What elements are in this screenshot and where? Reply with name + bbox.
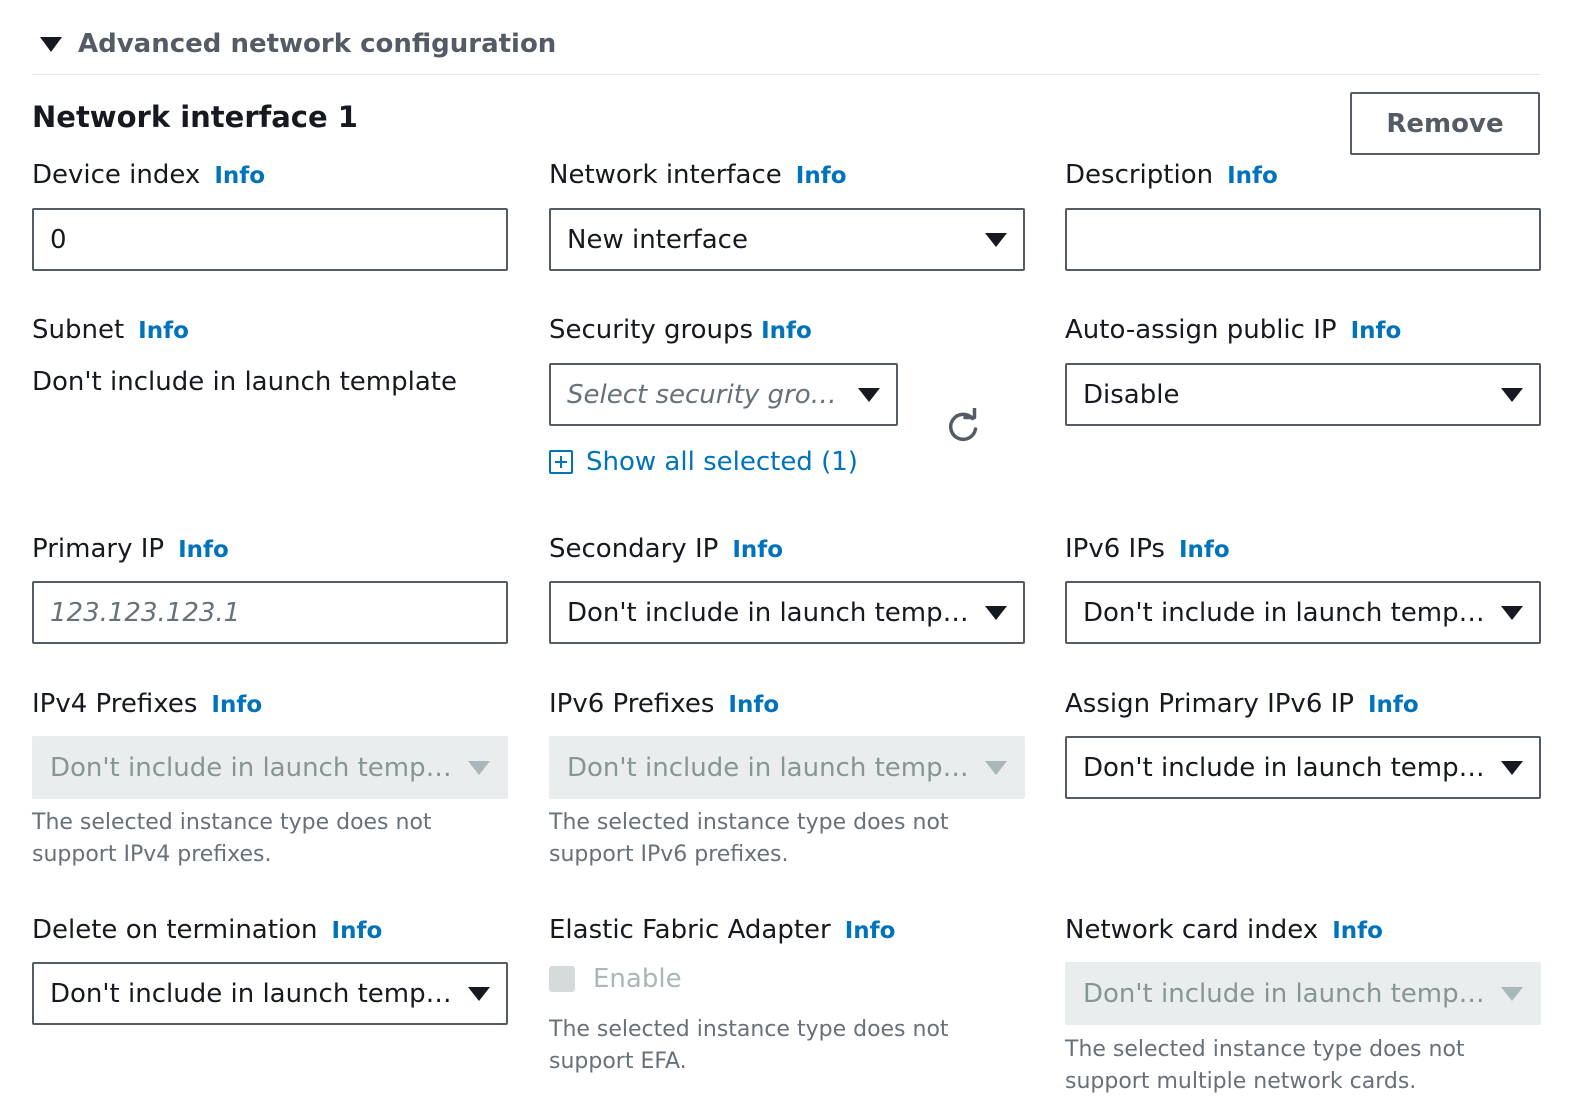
secondary-ip-label: Secondary IP Info — [549, 534, 783, 564]
triangle-down-icon — [468, 760, 490, 775]
network-interface-label: Network interface Info — [549, 160, 847, 190]
show-all-selected-link[interactable]: Show all selected (1) — [549, 447, 858, 477]
auto-assign-public-ip-label-text: Auto-assign public IP — [1065, 315, 1337, 345]
primary-ip-label: Primary IP Info — [32, 534, 229, 564]
ipv6-prefixes-label-text: IPv6 Prefixes — [549, 689, 715, 719]
primary-ip-info-link[interactable]: Info — [178, 537, 229, 563]
ipv6-ips-label: IPv6 IPs Info — [1065, 534, 1230, 564]
network-card-index-select: Don't include in launch temp… — [1065, 962, 1541, 1025]
ipv4-prefixes-label-text: IPv4 Prefixes — [32, 689, 198, 719]
ipv6-prefixes-select: Don't include in launch temp… — [549, 736, 1025, 799]
ipv6-prefixes-value: Don't include in launch temp… — [567, 752, 969, 783]
primary-ip-label-text: Primary IP — [32, 534, 165, 564]
network-interface-label-text: Network interface — [549, 160, 782, 190]
triangle-down-icon — [985, 232, 1007, 247]
delete-on-termination-label: Delete on termination Info — [32, 915, 382, 945]
ipv6-ips-value: Don't include in launch temp… — [1083, 597, 1485, 628]
ipv6-ips-select[interactable]: Don't include in launch temp… — [1065, 581, 1541, 644]
caret-down-icon — [40, 36, 62, 52]
subnet-info-link[interactable]: Info — [138, 318, 189, 344]
divider — [32, 74, 1540, 75]
network-card-index-label: Network card index Info — [1065, 915, 1383, 945]
security-groups-label: Security groups Info — [549, 315, 812, 345]
checkbox-box — [549, 966, 575, 992]
network-interface-value: New interface — [567, 224, 748, 255]
efa-enable-label: Enable — [593, 964, 682, 994]
security-groups-placeholder: Select security groups — [567, 379, 844, 410]
ipv6-ips-info-link[interactable]: Info — [1179, 537, 1230, 563]
secondary-ip-label-text: Secondary IP — [549, 534, 719, 564]
device-index-label: Device index Info — [32, 160, 265, 190]
network-card-index-helper: The selected instance type does not supp… — [1065, 1037, 1465, 1094]
ipv6-prefixes-helper: The selected instance type does not supp… — [549, 810, 949, 867]
security-groups-label-text: Security groups — [549, 315, 754, 345]
security-groups-select[interactable]: Select security groups — [549, 363, 898, 426]
subnet-label-text: Subnet — [32, 315, 125, 345]
description-label-text: Description — [1065, 160, 1214, 190]
assign-primary-ipv6-label: Assign Primary IPv6 IP Info — [1065, 689, 1419, 719]
efa-info-link[interactable]: Info — [845, 918, 896, 944]
ipv6-prefixes-info-link[interactable]: Info — [728, 692, 779, 718]
secondary-ip-value: Don't include in launch temp… — [567, 597, 969, 628]
assign-primary-ipv6-value: Don't include in launch temp… — [1083, 752, 1485, 783]
secondary-ip-select[interactable]: Don't include in launch temp… — [549, 581, 1025, 644]
delete-on-termination-label-text: Delete on termination — [32, 915, 318, 945]
triangle-down-icon — [985, 760, 1007, 775]
network-interface-info-link[interactable]: Info — [796, 163, 847, 189]
efa-label: Elastic Fabric Adapter Info — [549, 915, 895, 945]
auto-assign-public-ip-value: Disable — [1083, 379, 1180, 410]
assign-primary-ipv6-select[interactable]: Don't include in launch temp… — [1065, 736, 1541, 799]
triangle-down-icon — [1501, 986, 1523, 1001]
subnet-value: Don't include in launch template — [32, 367, 457, 397]
network-interface-title: Network interface 1 — [32, 100, 358, 134]
secondary-ip-info-link[interactable]: Info — [732, 537, 783, 563]
remove-button[interactable]: Remove — [1350, 92, 1540, 155]
device-index-input[interactable]: 0 — [32, 208, 508, 271]
device-index-info-link[interactable]: Info — [214, 163, 265, 189]
assign-primary-ipv6-label-text: Assign Primary IPv6 IP — [1065, 689, 1354, 719]
ipv6-ips-label-text: IPv6 IPs — [1065, 534, 1165, 564]
triangle-down-icon — [468, 986, 490, 1001]
triangle-down-icon — [1501, 387, 1523, 402]
network-card-index-label-text: Network card index — [1065, 915, 1319, 945]
assign-primary-ipv6-info-link[interactable]: Info — [1368, 692, 1419, 718]
auto-assign-public-ip-select[interactable]: Disable — [1065, 363, 1541, 426]
network-card-index-value: Don't include in launch temp… — [1083, 978, 1485, 1009]
refresh-icon[interactable] — [944, 408, 982, 446]
delete-on-termination-select[interactable]: Don't include in launch temp… — [32, 962, 508, 1025]
triangle-down-icon — [858, 387, 880, 402]
ipv4-prefixes-helper: The selected instance type does not supp… — [32, 810, 432, 867]
triangle-down-icon — [985, 605, 1007, 620]
ipv6-prefixes-label: IPv6 Prefixes Info — [549, 689, 779, 719]
efa-label-text: Elastic Fabric Adapter — [549, 915, 831, 945]
primary-ip-input[interactable]: 123.123.123.1 — [32, 581, 508, 644]
ipv4-prefixes-value: Don't include in launch temp… — [50, 752, 452, 783]
delete-on-termination-info-link[interactable]: Info — [332, 918, 383, 944]
description-input[interactable] — [1065, 208, 1541, 271]
plus-square-icon — [549, 450, 573, 474]
ipv4-prefixes-info-link[interactable]: Info — [211, 692, 262, 718]
ipv4-prefixes-label: IPv4 Prefixes Info — [32, 689, 262, 719]
triangle-down-icon — [1501, 605, 1523, 620]
description-info-link[interactable]: Info — [1227, 163, 1278, 189]
delete-on-termination-value: Don't include in launch temp… — [50, 978, 452, 1009]
security-groups-info-link[interactable]: Info — [761, 318, 812, 344]
network-card-index-info-link[interactable]: Info — [1332, 918, 1383, 944]
show-all-selected-text: Show all selected (1) — [586, 447, 858, 477]
auto-assign-public-ip-label: Auto-assign public IP Info — [1065, 315, 1401, 345]
advanced-network-config-toggle[interactable]: Advanced network configuration — [40, 24, 556, 64]
efa-helper: The selected instance type does not supp… — [549, 1017, 949, 1074]
triangle-down-icon — [1501, 760, 1523, 775]
device-index-label-text: Device index — [32, 160, 201, 190]
primary-ip-placeholder: 123.123.123.1 — [50, 597, 241, 628]
subnet-label: Subnet Info — [32, 315, 189, 345]
section-title: Advanced network configuration — [78, 29, 557, 59]
description-label: Description Info — [1065, 160, 1278, 190]
auto-assign-public-ip-info-link[interactable]: Info — [1351, 318, 1402, 344]
efa-enable-checkbox: Enable — [549, 964, 682, 994]
device-index-value: 0 — [50, 224, 67, 255]
ipv4-prefixes-select: Don't include in launch temp… — [32, 736, 508, 799]
network-interface-select[interactable]: New interface — [549, 208, 1025, 271]
